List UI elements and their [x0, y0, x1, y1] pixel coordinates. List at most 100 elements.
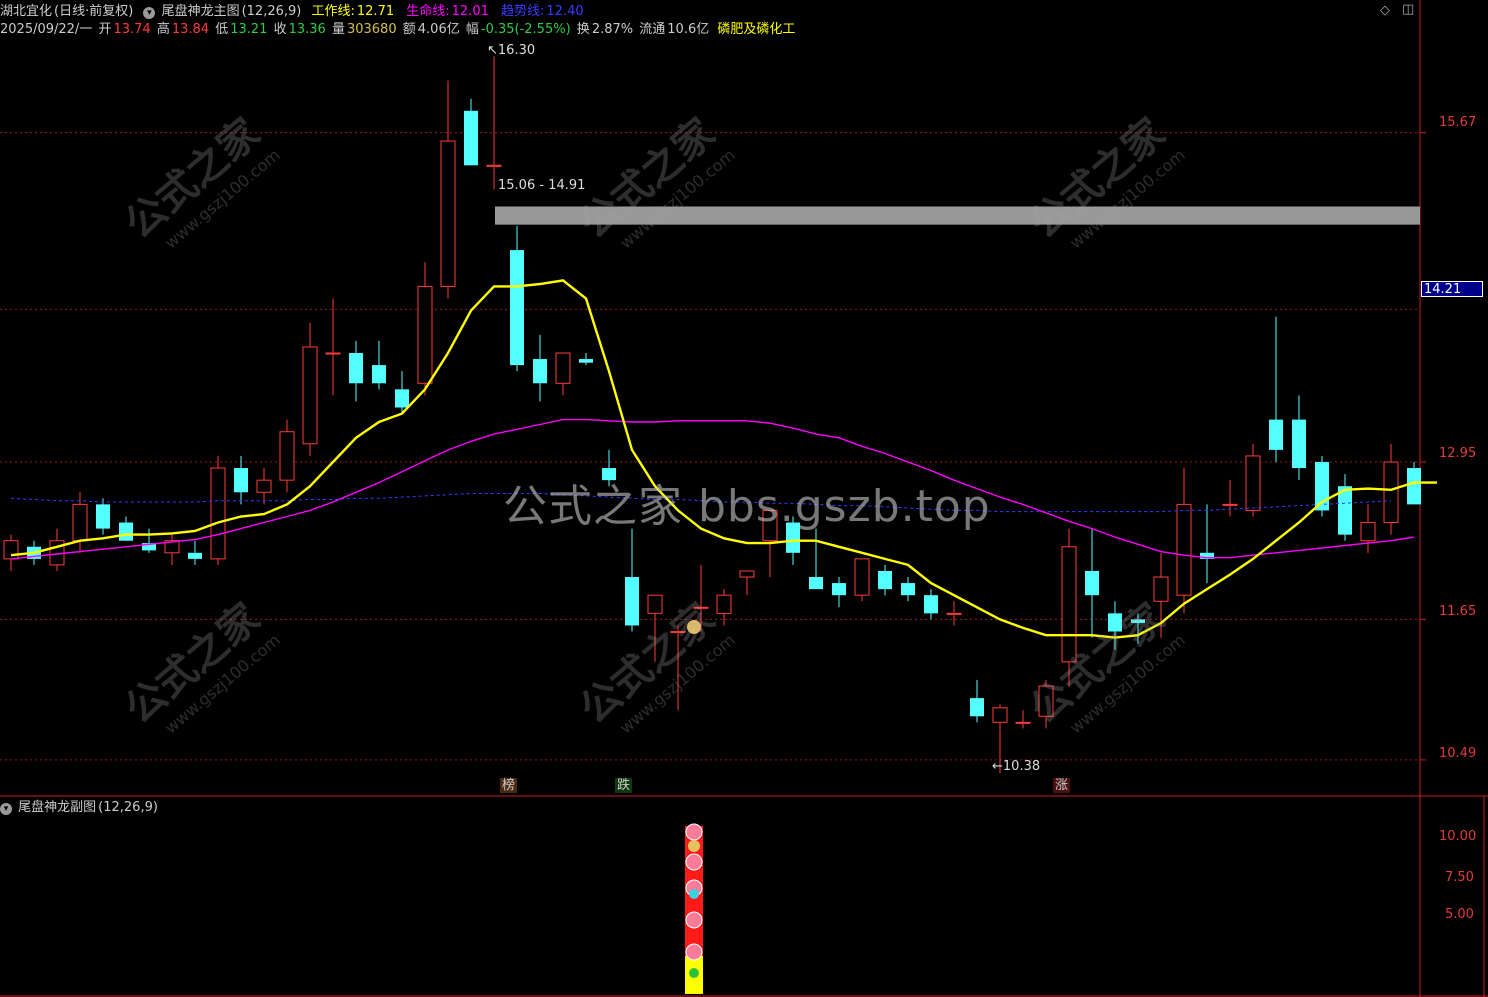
close-label: 收 — [273, 22, 287, 37]
candle-body — [1245, 455, 1261, 511]
y-axis-label: 11.65 — [1439, 604, 1477, 619]
candle-body — [854, 558, 870, 596]
candle-body — [992, 707, 1008, 723]
float-label: 流通 — [639, 22, 666, 37]
volume-label: 量 — [331, 22, 345, 37]
candle-body — [256, 479, 272, 493]
candle-body — [96, 504, 110, 529]
sub-y-axis-label: 10.00 — [1439, 829, 1477, 844]
change-value: -0.35(-2.55%) — [480, 22, 571, 37]
candle-body — [716, 594, 732, 614]
candle-body — [72, 503, 88, 542]
candle-body — [372, 365, 386, 384]
candle-body — [1292, 419, 1306, 469]
candle-body — [901, 583, 915, 596]
volume-value: 303680 — [346, 22, 397, 37]
candle-body — [1085, 570, 1099, 596]
candle-body — [1222, 503, 1238, 506]
range-label: 15.06 - 14.91 — [498, 178, 586, 193]
signal-marker — [685, 823, 703, 841]
up-arrow-icon — [689, 968, 699, 978]
trend-line-label: 趋势线: — [501, 4, 545, 19]
high-value: 13.84 — [171, 22, 210, 37]
candle-body — [533, 359, 547, 384]
amount-label: 额 — [402, 22, 416, 37]
candle-body — [1383, 461, 1399, 524]
y-axis-label: 15.67 — [1439, 115, 1477, 130]
open-label: 开 — [98, 22, 112, 37]
indicator-dropdown-icon[interactable]: ▾ — [143, 7, 156, 19]
indicator-params: (12,26,9) — [241, 4, 302, 19]
life-line-value: 12.01 — [451, 4, 489, 19]
butterfly-icon — [689, 889, 699, 899]
low-price-annotation: ←10.38 — [992, 759, 1041, 774]
candle-body — [970, 698, 984, 717]
candle-body — [510, 250, 524, 366]
candle-body — [1269, 419, 1283, 450]
stock-name[interactable]: 湖北宜化 — [0, 4, 52, 19]
candle-body — [3, 540, 19, 560]
candle-body — [832, 583, 846, 596]
chart-header-line1: 湖北宜化 (日线·前复权) ▾ 尾盘神龙主图 (12,26,9) 工作线: 12.71… — [0, 3, 586, 20]
candle-body — [210, 467, 226, 560]
change-label: 幅 — [465, 22, 479, 37]
life-line-label: 生命线: — [406, 4, 450, 19]
candle-body — [1360, 522, 1376, 542]
candle-body — [119, 522, 133, 541]
flag-die[interactable]: 跌 — [615, 778, 633, 793]
open-value: 13.74 — [113, 22, 151, 37]
indicator-name[interactable]: 尾盘神龙主图 — [162, 4, 240, 19]
candle-body — [555, 352, 571, 384]
low-label: 低 — [215, 22, 229, 37]
work-line-label: 工作线: — [311, 4, 355, 19]
candle-body — [878, 570, 892, 590]
candle-body — [486, 164, 502, 167]
y-axis-label: 12.95 — [1439, 446, 1477, 461]
turnover-value: 2.87% — [591, 22, 634, 37]
sub-y-axis-label: 7.50 — [1445, 870, 1474, 885]
current-price-marker: 14.21 — [1421, 281, 1483, 297]
candle-body — [924, 595, 938, 614]
candle-body — [739, 570, 755, 578]
watermark-main: 公式之家 bbs.gszb.top — [503, 481, 991, 532]
sub-y-axis-label: 5.00 — [1445, 907, 1474, 922]
signal-marker — [685, 853, 703, 871]
panel-toggle-icon[interactable]: ◫ — [1402, 2, 1414, 17]
candle-body — [625, 577, 639, 626]
candle-body — [1015, 721, 1031, 724]
sector-label[interactable]: 磷肥及磷化工 — [717, 22, 795, 37]
period-label[interactable]: (日线·前复权) — [54, 4, 133, 19]
candle-body — [1153, 576, 1169, 602]
candle-body — [1176, 503, 1192, 596]
quote-date: 2025/09/22/一 — [0, 22, 93, 37]
sub-indicator-name[interactable]: 尾盘神龙副图 — [18, 800, 96, 815]
float-value: 10.6亿 — [667, 22, 710, 37]
candle-body — [464, 110, 478, 166]
flag-bang[interactable]: 榜 — [500, 778, 518, 793]
sub-indicator-dropdown-icon[interactable]: ▾ — [0, 803, 12, 815]
high-price-annotation: ↖16.30 — [487, 43, 536, 58]
diamond-icon[interactable]: ◇ — [1380, 3, 1390, 18]
amount-value: 4.06亿 — [417, 22, 460, 37]
signal-marker — [685, 911, 703, 929]
candle-body — [325, 352, 341, 355]
candle-body — [417, 285, 433, 384]
low-value: 13.21 — [230, 22, 268, 37]
candle-body — [440, 140, 456, 287]
candle-body — [395, 389, 409, 408]
work-line — [10, 279, 1437, 639]
candle-body — [1407, 468, 1421, 505]
candle-body — [302, 346, 318, 445]
signal-marker — [685, 943, 703, 961]
work-line-value: 12.71 — [356, 4, 395, 19]
candle-body — [279, 431, 295, 481]
chart-header-line2: 2025/09/22/一 开 13.74 高 13.84 低 13.21 收 13.36… — [0, 21, 797, 38]
flag-zhang[interactable]: 涨 — [1053, 778, 1071, 793]
turnover-label: 换 — [576, 22, 590, 37]
candle-body — [188, 552, 202, 559]
trend-line-value: 12.40 — [546, 4, 584, 19]
candle-body — [946, 612, 962, 615]
sub-indicator-params: (12,26,9) — [98, 800, 158, 815]
money-bag-icon — [688, 840, 700, 852]
sub-panel-header: ▾ 尾盘神龙副图 (12,26,9) — [0, 799, 160, 816]
